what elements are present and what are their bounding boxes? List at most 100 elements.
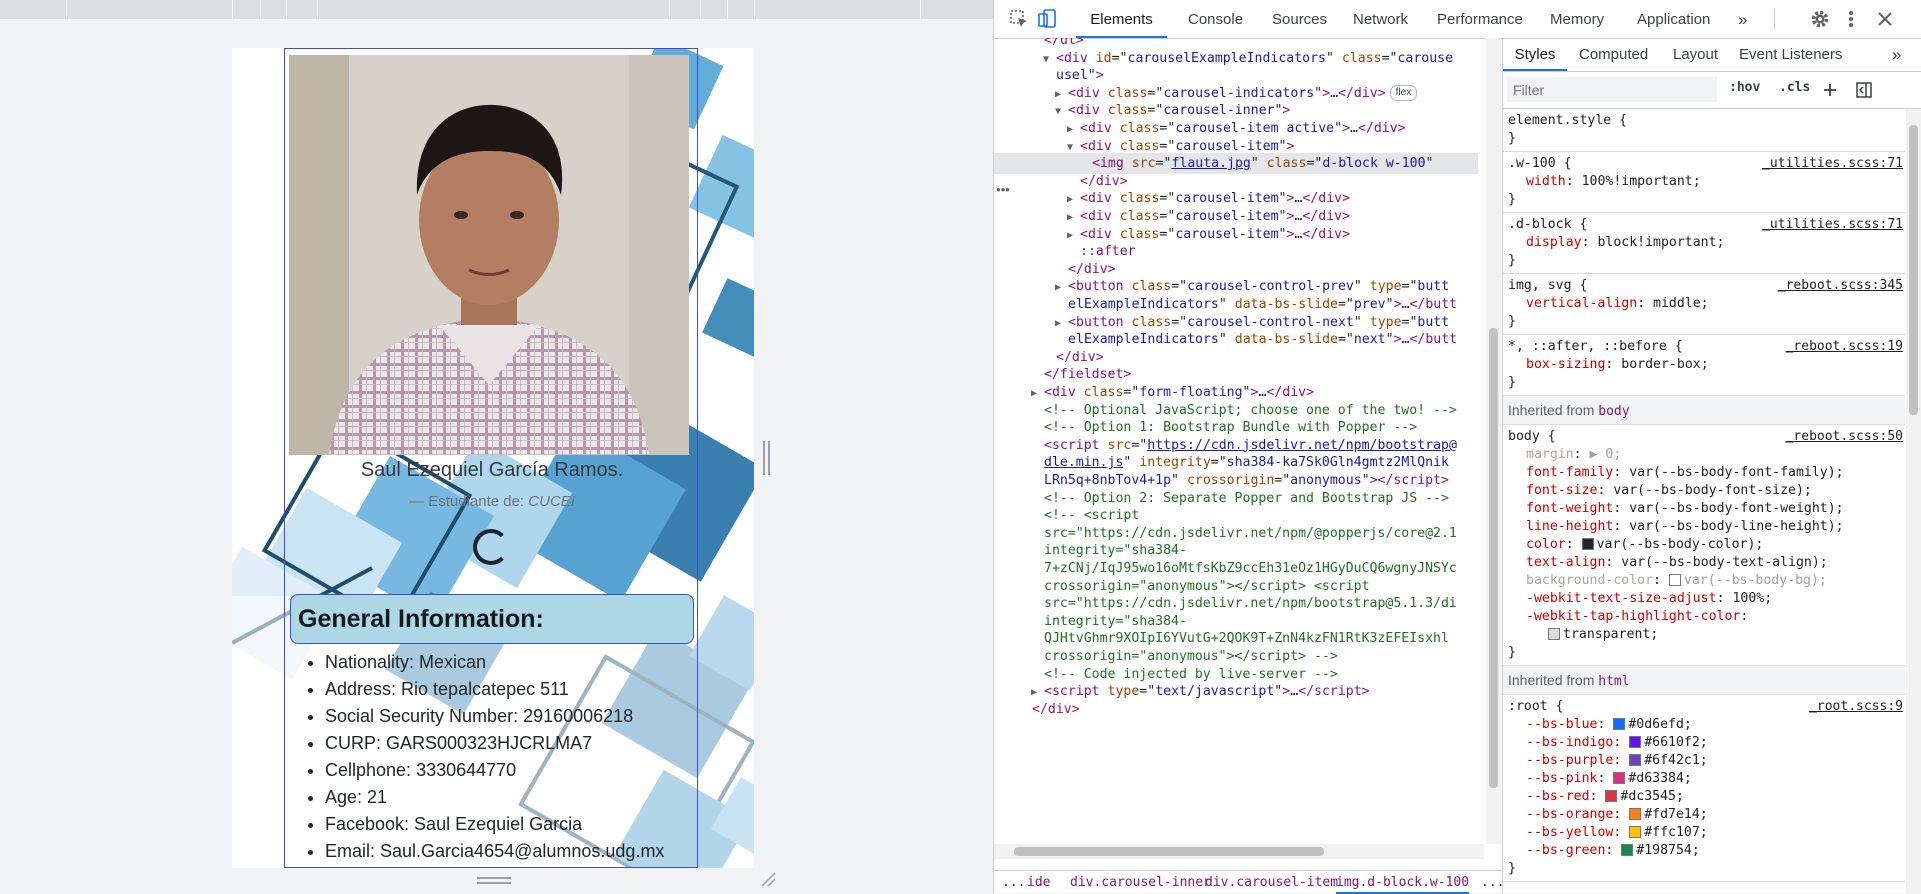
css-declaration[interactable]: --bs-indigo: #6610f2; [1508,734,1905,752]
css-declaration[interactable]: --bs-pink: #d63384; [1508,770,1905,788]
css-declaration[interactable]: vertical-align: middle; [1508,295,1905,313]
breadcrumb-item[interactable]: div.carousel-item [1205,871,1338,894]
css-declaration[interactable]: width: 100%!important; [1508,173,1905,191]
color-swatch-icon[interactable] [1581,538,1594,550]
rule-source-link[interactable]: _utilities.scss:71 [1762,216,1903,234]
css-declaration[interactable]: box-sizing: border-box; [1508,356,1905,374]
tab-styles[interactable]: Styles [1503,38,1567,71]
breadcrumb-item[interactable]: ide [1027,871,1050,894]
rule-selector[interactable]: body { [1508,429,1556,444]
inherited-element-link[interactable]: body [1598,404,1629,419]
css-declaration[interactable]: --bs-yellow: #ffc107; [1508,824,1905,842]
tab-console[interactable]: Console [1188,0,1243,38]
tab-elements[interactable]: Elements [1076,0,1167,38]
color-swatch-icon[interactable] [1621,844,1634,856]
tab-sources[interactable]: Sources [1272,0,1327,38]
rule-source-link[interactable]: _reboot.scss:345 [1778,277,1903,295]
rule-source-link[interactable]: _root.scss:9 [1809,698,1903,716]
breadcrumb-more[interactable]: ... [1002,871,1025,894]
info-item: Nationality: Mexican [325,649,699,676]
loading-spinner-icon [473,529,509,565]
general-info-title: General Information: [298,605,544,633]
styles-filter-input[interactable] [1507,77,1717,102]
color-swatch-icon[interactable] [1629,808,1642,820]
settings-gear-icon[interactable] [1809,8,1831,30]
rule-selector[interactable]: element.style { [1508,113,1627,128]
css-declaration[interactable]: line-height: var(--bs-body-line-height); [1508,518,1905,536]
resize-corner-icon[interactable] [760,871,776,887]
css-rule[interactable]: img, svg { _reboot.scss:345 vertical-align… [1503,274,1905,335]
rule-source-link[interactable]: _utilities.scss:71 [1762,155,1903,173]
color-swatch-icon[interactable] [1629,754,1642,766]
css-declaration[interactable]: background-color: var(--bs-body-bg); [1508,572,1905,590]
css-declaration[interactable]: -webkit-text-size-adjust: 100%; [1508,590,1905,608]
color-swatch-icon[interactable] [1548,628,1560,640]
device-toolbar-icon[interactable] [1036,8,1058,30]
tab-layout[interactable]: Layout [1673,38,1718,71]
close-icon[interactable] [1874,8,1896,30]
css-declaration[interactable]: font-size: var(--bs-body-font-size); [1508,482,1905,500]
color-swatch-icon[interactable] [1605,790,1618,802]
elements-vertical-scrollbar[interactable] [1486,38,1501,844]
css-declaration[interactable]: --bs-orange: #fd7e14; [1508,806,1905,824]
rule-source-link[interactable]: _reboot.scss:50 [1786,428,1903,446]
toggle-sidebar-icon[interactable] [1855,81,1873,99]
css-declaration[interactable]: --bs-red: #dc3545; [1508,788,1905,806]
color-swatch-icon[interactable] [1613,772,1626,784]
tab-application[interactable]: Application [1637,0,1710,38]
inherited-element-link[interactable]: html [1598,674,1629,689]
css-declaration[interactable]: display: block!important; [1508,234,1905,252]
rule-selector[interactable]: :root { [1508,699,1564,714]
tab-performance[interactable]: Performance [1437,0,1523,38]
css-declaration[interactable]: font-family: var(--bs-body-font-family); [1508,464,1905,482]
css-rule[interactable]: .w-100 { _utilities.scss:71 width: 100%!im… [1503,152,1905,213]
tab-event-listeners[interactable]: Event Listeners [1739,38,1842,71]
rule-selector[interactable]: *, ::after, ::before { [1508,339,1683,354]
hover-state-toggle[interactable]: :hov [1729,80,1760,95]
color-swatch-icon[interactable] [1668,574,1681,586]
css-declaration[interactable]: --bs-green: #198754; [1508,842,1905,860]
rule-selector[interactable]: .d-block { [1508,217,1587,232]
rule-source-link[interactable]: _reboot.scss:19 [1786,338,1903,356]
css-rule[interactable]: .d-block { _utilities.scss:71 display: blo… [1503,213,1905,274]
styles-scrollbar[interactable] [1906,109,1921,893]
dom-node[interactable]: </div> [994,699,1478,720]
css-declaration[interactable]: font-weight: var(--bs-body-font-weight); [1508,500,1905,518]
elements-horizontal-scrollbar[interactable] [994,844,1484,859]
css-declaration[interactable]: --bs-purple: #6f42c1; [1508,752,1905,770]
media-query-bar[interactable] [0,0,993,19]
tab-memory[interactable]: Memory [1550,0,1604,38]
rule-selector[interactable]: img, svg { [1508,278,1587,293]
resize-handle-right[interactable] [763,441,771,475]
css-rule[interactable]: :root {_root.scss:9 --bs-blue: #0d6efd; --… [1503,695,1905,882]
css-rule[interactable]: body { _reboot.scss:50 margin: ▶ 0; font-fa… [1503,425,1905,666]
tab-network[interactable]: Network [1353,0,1408,38]
more-tabs-icon[interactable]: » [1738,0,1747,38]
color-swatch-icon[interactable] [1629,826,1642,838]
css-declaration[interactable]: color: var(--bs-body-color); [1508,536,1905,554]
elements-tree[interactable]: </ul> ▼ <div id="carouselExampleIndicators… [994,38,1484,858]
role-prefix: — Estudiante de: [409,493,525,510]
tab-computed[interactable]: Computed [1579,38,1648,71]
css-declaration[interactable]: -webkit-tap-highlight-color: [1508,608,1905,626]
breadcrumb-item-active[interactable]: img.d-block.w-100 [1336,871,1470,894]
color-swatch-icon[interactable] [1613,718,1626,730]
breadcrumb-item[interactable]: div.carousel-inner [1070,871,1211,894]
profile-photo[interactable] [289,55,689,455]
class-toggle[interactable]: .cls [1779,80,1810,95]
css-declaration[interactable]: margin: ▶ 0; [1508,446,1905,464]
resize-handle-bottom[interactable] [477,877,511,885]
rule-selector[interactable]: .w-100 { [1508,156,1572,171]
new-rule-plus-icon[interactable] [1821,81,1839,99]
css-declaration[interactable]: text-align: var(--bs-body-text-align); [1508,554,1905,572]
node-actions-icon[interactable]: ••• [994,182,1012,203]
more-options-icon[interactable] [1840,8,1862,30]
css-rule[interactable]: *, ::after, ::before { _reboot.scss:19 box… [1503,335,1905,396]
css-rule[interactable]: element.style {} [1503,109,1905,152]
breadcrumb-more[interactable]: ... [1481,871,1502,894]
color-swatch-icon[interactable] [1629,736,1642,748]
css-declaration[interactable]: --bs-blue: #0d6efd; [1508,716,1905,734]
css-declaration[interactable]: transparent; [1508,626,1905,644]
inspect-element-icon[interactable] [1008,8,1030,30]
more-tabs-icon[interactable]: » [1892,38,1901,71]
